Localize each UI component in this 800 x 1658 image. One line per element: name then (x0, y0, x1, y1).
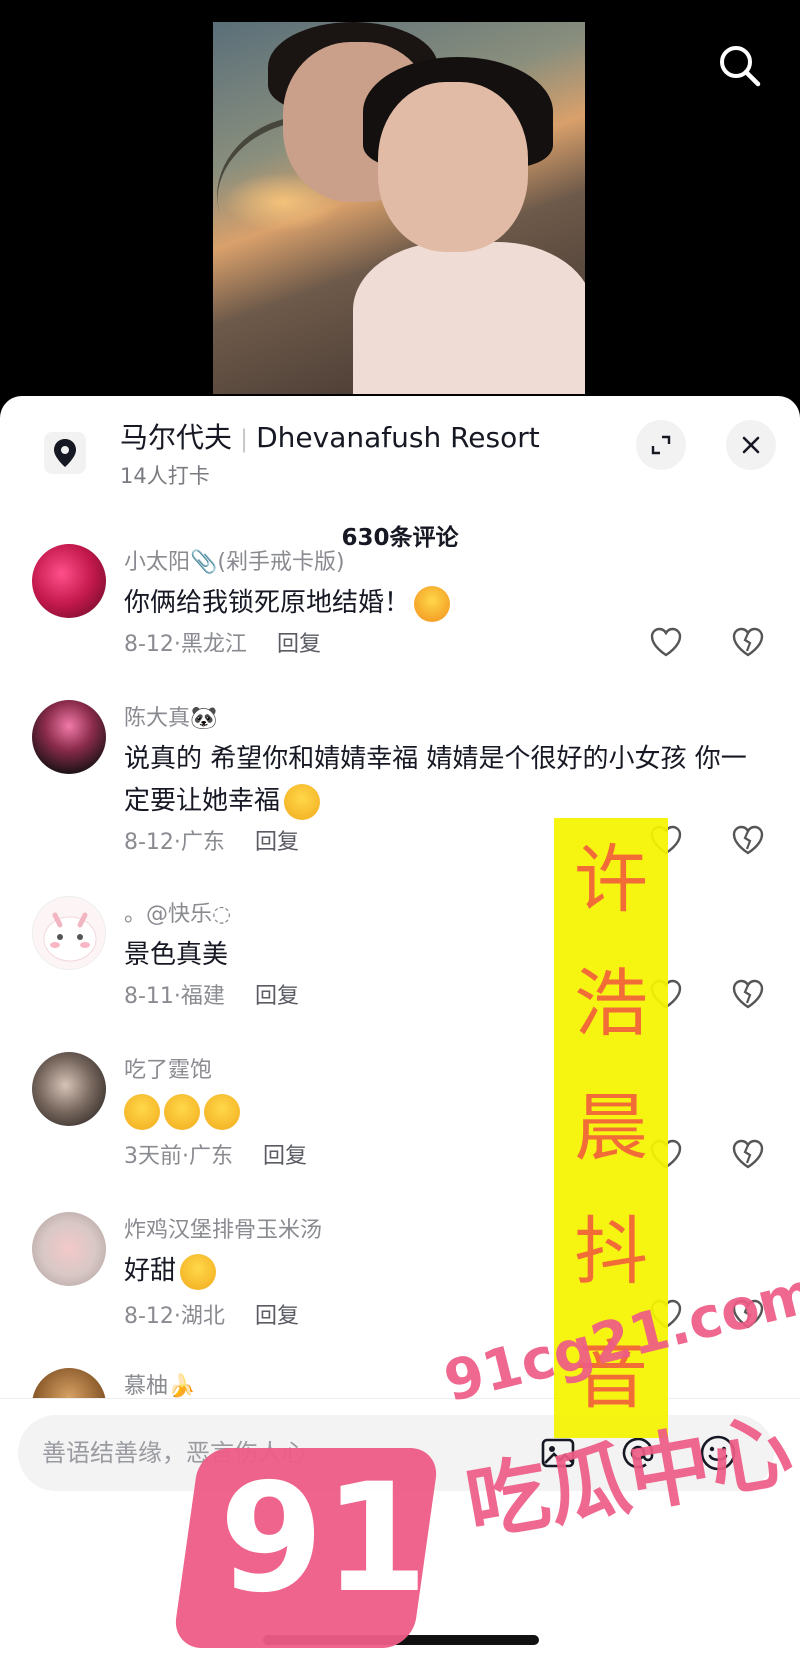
comment-item: 吃了霆饱 3天前·广东 回复 (0, 1052, 800, 1182)
comment-author[interactable]: 炸鸡汉堡排骨玉米汤 (124, 1212, 322, 1244)
comment-date: 3天前·广东 (124, 1144, 233, 1169)
watermark-logo: 91 (171, 1448, 441, 1648)
comment-item: 小太阳📎(剁手戒卡版) 你俩给我锁死原地结婚！ 8-12·黑龙江 回复 (0, 544, 800, 674)
location-header[interactable]: 马尔代夫 | Dhevanafush Resort 14人打卡 (0, 396, 800, 506)
laughing-tears-emoji (164, 1093, 200, 1130)
comment-author[interactable]: 慕柚🍌 (124, 1368, 195, 1400)
comment-author[interactable]: 。@快乐◌ (124, 896, 231, 928)
location-name-cn: 马尔代夫 (120, 421, 233, 454)
comment-meta: 8-12·黑龙江 回复 (124, 626, 321, 658)
avatar[interactable] (32, 1212, 106, 1286)
expand-icon (651, 435, 671, 455)
comment-date: 8-12·黑龙江 (124, 632, 247, 657)
location-pin-icon (44, 432, 86, 474)
location-name-en: Dhevanafush Resort (256, 421, 540, 454)
reply-button[interactable]: 回复 (263, 1144, 307, 1169)
watermark-char: 晨 (574, 1085, 648, 1171)
like-heart-icon[interactable] (648, 624, 684, 660)
comment-author[interactable]: 小太阳📎(剁手戒卡版) (124, 544, 345, 576)
avatar[interactable] (32, 1052, 106, 1126)
broken-heart-icon[interactable] (730, 976, 766, 1012)
title-divider: | (240, 425, 249, 453)
comment-text: 说真的 希望你和婧婧幸福 婧婧是个很好的小女孩 你一定要让她幸福 (124, 738, 764, 822)
watermark-logo-number: 91 (219, 1452, 429, 1626)
broken-heart-icon[interactable] (730, 822, 766, 858)
comment-author[interactable]: 陈大真🐼 (124, 700, 217, 732)
video-frame (213, 22, 585, 394)
reply-button[interactable]: 回复 (277, 632, 321, 657)
comment-date: 8-12·广东 (124, 830, 225, 855)
avatar[interactable] (32, 700, 106, 774)
laughing-tears-emoji (124, 1093, 160, 1130)
comment-meta: 8-12·广东 回复 (124, 824, 299, 856)
watermark-char: 许 (574, 837, 648, 923)
comment-text (124, 1090, 764, 1132)
reply-button[interactable]: 回复 (255, 1304, 299, 1329)
search-icon[interactable] (712, 38, 768, 94)
comment-meta: 3天前·广东 回复 (124, 1138, 307, 1170)
close-button[interactable] (726, 420, 776, 470)
hug-face-emoji (414, 585, 451, 622)
comment-item: 陈大真🐼 说真的 希望你和婧婧幸福 婧婧是个很好的小女孩 你一定要让她幸福 8-… (0, 700, 800, 860)
comment-item: 。@快乐◌ 景色真美 8-11·福建 回复 (0, 896, 800, 1026)
comment-text: 好甜 (124, 1250, 764, 1292)
expand-button[interactable] (636, 420, 686, 470)
pleading-face-emoji (180, 1253, 217, 1290)
broken-heart-icon[interactable] (730, 624, 766, 660)
avatar[interactable] (32, 544, 106, 618)
comment-date: 8-11·福建 (124, 984, 225, 1009)
comment-meta: 8-12·湖北 回复 (124, 1298, 299, 1330)
comment-text: 你俩给我锁死原地结婚！ (124, 582, 764, 624)
crying-face-emoji (284, 783, 321, 820)
comment-author[interactable]: 吃了霆饱 (124, 1052, 212, 1084)
comment-date: 8-12·湖北 (124, 1304, 225, 1329)
laughing-tears-emoji (204, 1093, 240, 1130)
comment-meta: 8-11·福建 回复 (124, 978, 299, 1010)
avatar[interactable] (32, 896, 106, 970)
video-player[interactable] (0, 0, 800, 420)
broken-heart-icon[interactable] (730, 1136, 766, 1172)
checkin-count: 14人打卡 (120, 464, 210, 488)
watermark-char: 抖 (574, 1209, 648, 1295)
watermark-char: 浩 (574, 961, 648, 1047)
location-title: 马尔代夫 | Dhevanafush Resort (120, 416, 540, 456)
close-icon (742, 436, 760, 454)
reply-button[interactable]: 回复 (255, 830, 299, 855)
reply-button[interactable]: 回复 (255, 984, 299, 1009)
comment-text: 景色真美 (124, 940, 229, 970)
